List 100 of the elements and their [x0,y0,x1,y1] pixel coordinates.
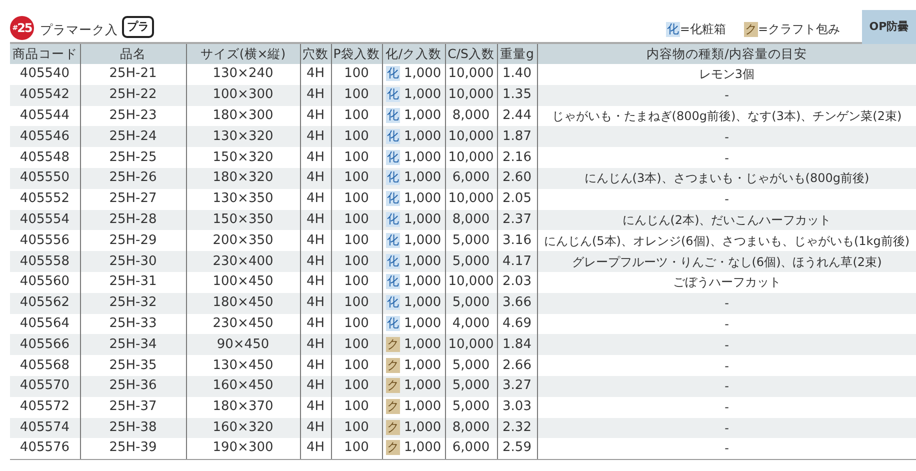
table-cell: 405556 [10,230,80,252]
table-cell: 405564 [10,314,80,334]
pack-tag: 化 [386,191,400,206]
table-cell: 1,000 [404,316,442,331]
table-cell: 4H [300,334,331,356]
table-cell: 8,000 [445,210,497,230]
table-cell: 1,000 [404,274,442,290]
table-cell: 4H [300,168,331,189]
table-cell: 4H [300,126,331,148]
table-cell: にんじん(3本)、さつまいも・じゃがいも(800g前後) [537,168,916,189]
table-cell: 25H-38 [80,418,186,438]
table-cell: 25H-28 [80,210,186,230]
table-cell: 1,000 [404,295,442,310]
table-cell: 405560 [10,272,80,293]
table-cell: 100 [331,168,382,189]
table-cell: 2.37 [497,210,537,230]
pack-tag: 化 [386,274,400,290]
table-cell: 4H [300,251,331,272]
table-cell: 25H-39 [80,438,186,460]
table-cell: 405554 [10,210,80,230]
pack-tag: 化 [386,150,400,165]
table-cell: 10,000 [445,334,497,356]
table-cell: 10,000 [445,126,497,148]
table-cell: 5,000 [445,292,497,314]
table-cell: 405570 [10,376,80,397]
table-cell: 100 [331,376,382,397]
table-cell: 405540 [10,64,80,85]
table-cell: 2.32 [497,418,537,438]
pack-tag: 化 [386,108,400,123]
table-cell: 1,000 [404,128,442,144]
table-cell: 405572 [10,396,80,418]
table-cell: 1,000 [404,212,442,227]
table-cell: 6,000 [445,168,497,189]
table-cell: 1,000 [404,440,442,456]
recycling-mark: プラ [122,16,154,38]
table-cell: 405562 [10,292,80,314]
table-cell: 150×350 [186,210,300,230]
table-cell: 405544 [10,106,80,126]
table-cell: 25H-30 [80,251,186,272]
table-cell: 100 [331,251,382,272]
column-header: 商品コード [10,43,80,64]
table-cell: 405548 [10,147,80,168]
table-cell: 2.60 [497,168,537,189]
table-cell: 160×450 [186,376,300,397]
table-cell: - [537,84,916,106]
table-cell: 405576 [10,438,80,460]
table-cell: 100×300 [186,84,300,106]
pack-tag: ク [386,399,400,414]
table-cell: 405552 [10,188,80,210]
table-cell: 10,000 [445,84,497,106]
pack-tag: ク [386,440,400,456]
table-cell: 1.35 [497,84,537,106]
column-header: 穴数 [300,43,331,64]
table-cell: 1,000 [404,358,442,373]
table-cell: 6,000 [445,438,497,460]
table-cell: 1,000 [404,87,442,102]
table-cell: 190×300 [186,438,300,460]
table-cell: 5,000 [445,376,497,397]
table-cell: 100 [331,292,382,314]
table-cell: 100 [331,438,382,460]
legend-text: =クラフト包み [758,21,840,38]
table-cell: 405546 [10,126,80,148]
section-title: プラマーク入 [40,21,118,40]
pack-tag: 化 [386,66,400,82]
pack-tag: 化 [386,295,400,310]
table-cell: 25H-34 [80,334,186,356]
column-header: 内容物の種類/内容量の目安 [537,43,916,64]
table-cell: 4H [300,210,331,230]
table-cell: 100 [331,334,382,356]
table-cell: 405550 [10,168,80,189]
table-cell: - [537,126,916,148]
table-cell: 1,000 [404,191,442,206]
table-cell: 100 [331,418,382,438]
legend-text: =化粧箱 [680,21,726,38]
table-cell: 4H [300,418,331,438]
table-cell: 4H [300,84,331,106]
table-cell: 405566 [10,334,80,356]
table-cell: 405568 [10,355,80,376]
table-cell: 25H-24 [80,126,186,148]
column-header: サイズ(横×縦) [186,43,300,64]
table-cell: 405542 [10,84,80,106]
pack-tag: ク [386,378,400,394]
table-cell: 100 [331,126,382,148]
table-cell: にんじん(2本)、だいこんハーフカット [537,210,916,230]
table-cell: 25H-22 [80,84,186,106]
table-cell: 1,000 [404,232,442,248]
table-cell: 180×320 [186,168,300,189]
table-cell: 4H [300,438,331,460]
table-cell: 405574 [10,418,80,438]
table-cell: 1,000 [404,336,442,352]
table-cell: 1,000 [404,399,442,414]
pack-tag: 化 [386,254,400,269]
table-cell: - [537,334,916,356]
table-cell: - [537,418,916,438]
table-cell: グレープフルーツ・りんご・なし(6個)、ほうれん草(2束) [537,251,916,272]
pack-tag: 化 [386,212,400,227]
table-cell: 1,000 [404,378,442,394]
column-header: C/S入数 [445,43,497,64]
pack-tag: 化 [386,87,400,102]
table-cell: 100 [331,84,382,106]
